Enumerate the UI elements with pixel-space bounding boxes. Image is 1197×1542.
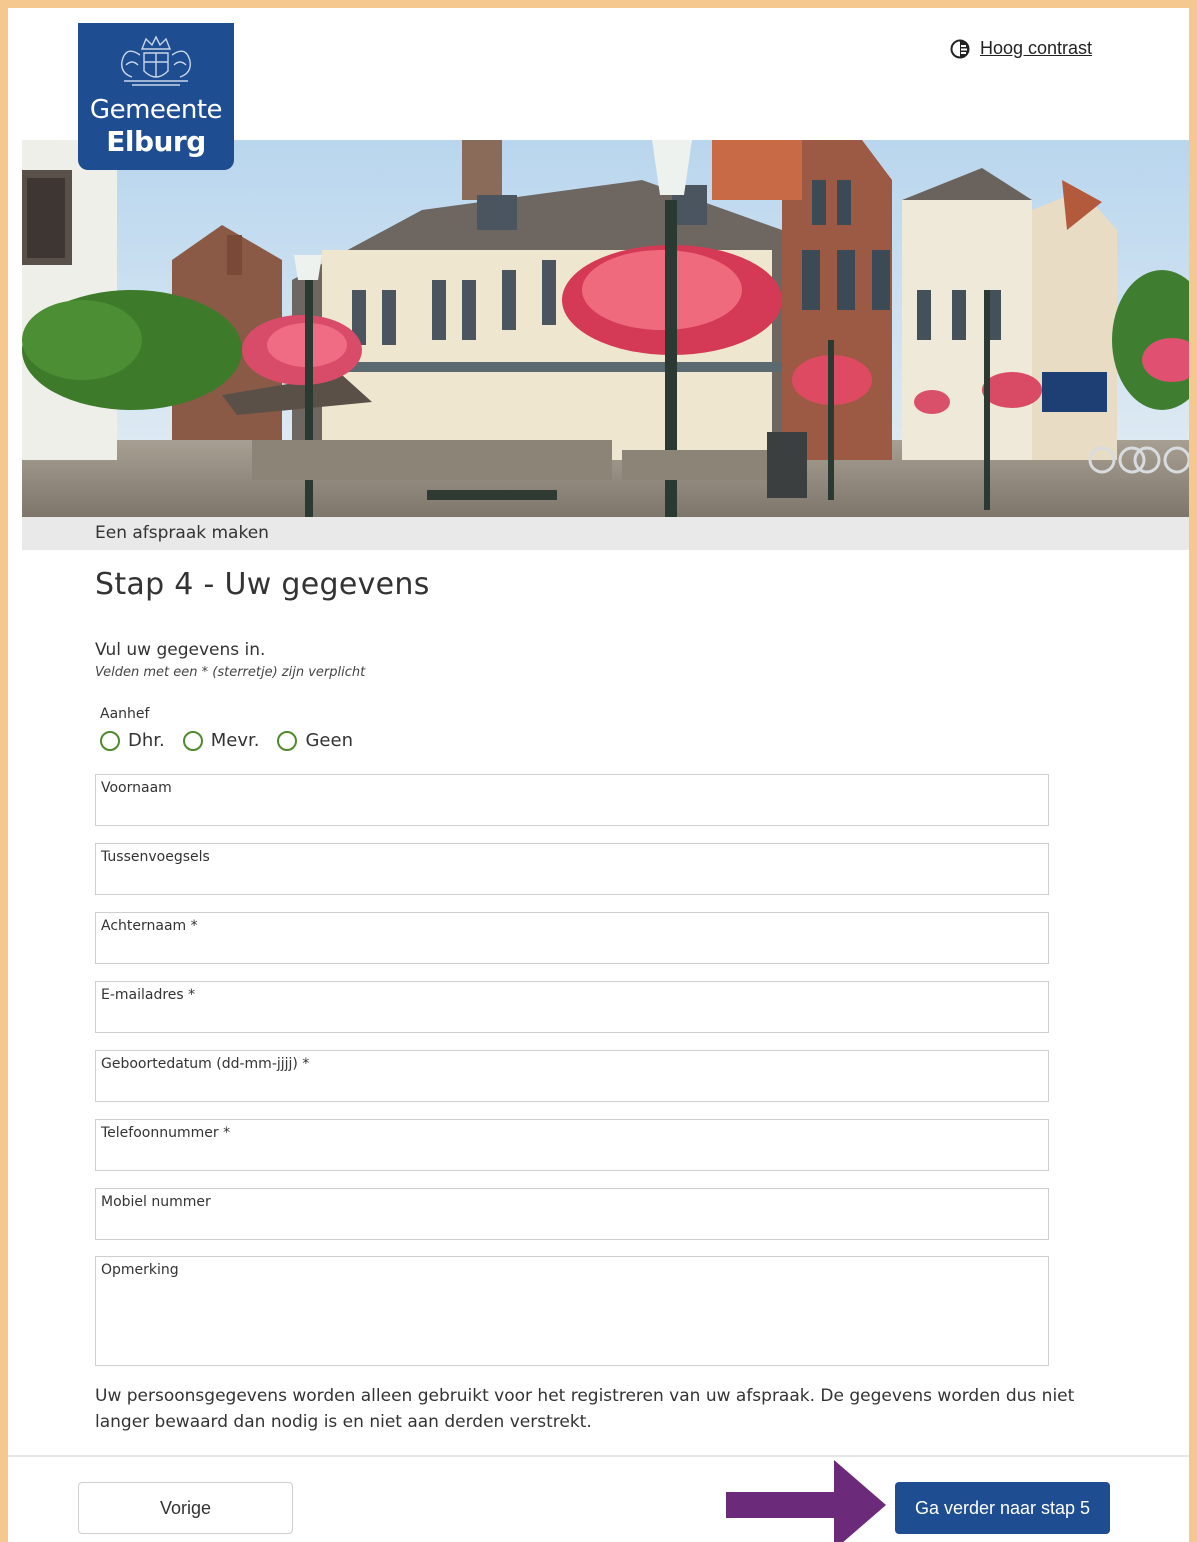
radio-label-dhr: Dhr. [128,730,165,751]
breadcrumb: Een afspraak maken [95,523,269,543]
email-label: E-mailadres * [101,987,196,1003]
phone-field[interactable]: Telefoonnummer * [95,1119,1049,1171]
radio-circle-icon[interactable] [182,730,203,751]
achternaam-label: Achternaam * [101,918,198,934]
mobile-field[interactable]: Mobiel nummer [95,1188,1049,1240]
voornaam-input[interactable] [101,799,1043,821]
radio-circle-icon[interactable] [100,730,120,751]
achternaam-input[interactable] [101,937,1043,959]
privacy-notice: Uw persoonsgegevens worden alleen gebrui… [95,1386,1075,1432]
mobile-label: Mobiel nummer [101,1194,211,1210]
voornaam-field[interactable]: Voornaam [95,774,1049,826]
tussenvoegsels-label: Tussenvoegsels [101,849,210,865]
radio-label-mevr: Mevr. [210,730,260,751]
email-input[interactable] [101,1006,1043,1028]
intro-text: Vul uw gegevens in. [95,640,266,660]
logo-text-gemeente: Gemeente [89,95,223,125]
phone-label: Telefoonnummer * [101,1125,231,1141]
footer-divider [8,1455,1189,1457]
radio-label-geen: Geen [305,730,353,751]
email-field[interactable]: E-mailadres * [95,981,1049,1033]
hero-image [22,140,1189,517]
achternaam-field[interactable]: Achternaam * [95,912,1049,964]
radio-mevr[interactable]: Mevr. [182,730,260,751]
high-contrast-link[interactable]: Hoog contrast [980,38,1092,59]
mobile-input[interactable] [101,1213,1043,1235]
page-title: Stap 4 - Uw gegevens [95,567,430,602]
phone-input[interactable] [101,1144,1043,1166]
radio-geen[interactable]: Geen [277,730,353,751]
municipality-logo[interactable]: Gemeente Elburg [78,23,234,170]
birthdate-field[interactable]: Geboortedatum (dd-mm-jjjj) * [95,1050,1049,1102]
birthdate-label: Geboortedatum (dd-mm-jjjj) * [101,1056,310,1072]
required-fields-note: Velden met een * (sterretje) zijn verpli… [95,665,366,680]
radio-dhr[interactable]: Dhr. [100,730,165,751]
next-step-button[interactable]: Ga verder naar stap 5 [895,1482,1110,1534]
logo-text-elburg: Elburg [106,125,206,158]
salutation-label: Aanhef [100,706,150,722]
contrast-icon [950,39,970,58]
remark-label: Opmerking [101,1262,179,1278]
page: Hoog contrast Gemeente Elburg Een afspra… [8,8,1189,1542]
previous-button[interactable]: Vorige [78,1482,293,1534]
radio-circle-icon[interactable] [277,730,298,751]
tussenvoegsels-input[interactable] [101,868,1043,890]
high-contrast-toggle[interactable]: Hoog contrast [950,38,1092,59]
birthdate-input[interactable] [101,1075,1043,1097]
remark-textarea[interactable] [101,1281,1043,1361]
voornaam-label: Voornaam [101,780,172,796]
breadcrumb-bar: Een afspraak maken [22,517,1189,550]
arrow-right-icon [726,1460,886,1542]
coat-of-arms-icon [121,35,191,86]
remark-field[interactable]: Opmerking [95,1256,1049,1366]
salutation-radio-group: Dhr. Mevr. Geen [100,730,353,751]
tussenvoegsels-field[interactable]: Tussenvoegsels [95,843,1049,895]
town-square-photo [22,140,1189,517]
